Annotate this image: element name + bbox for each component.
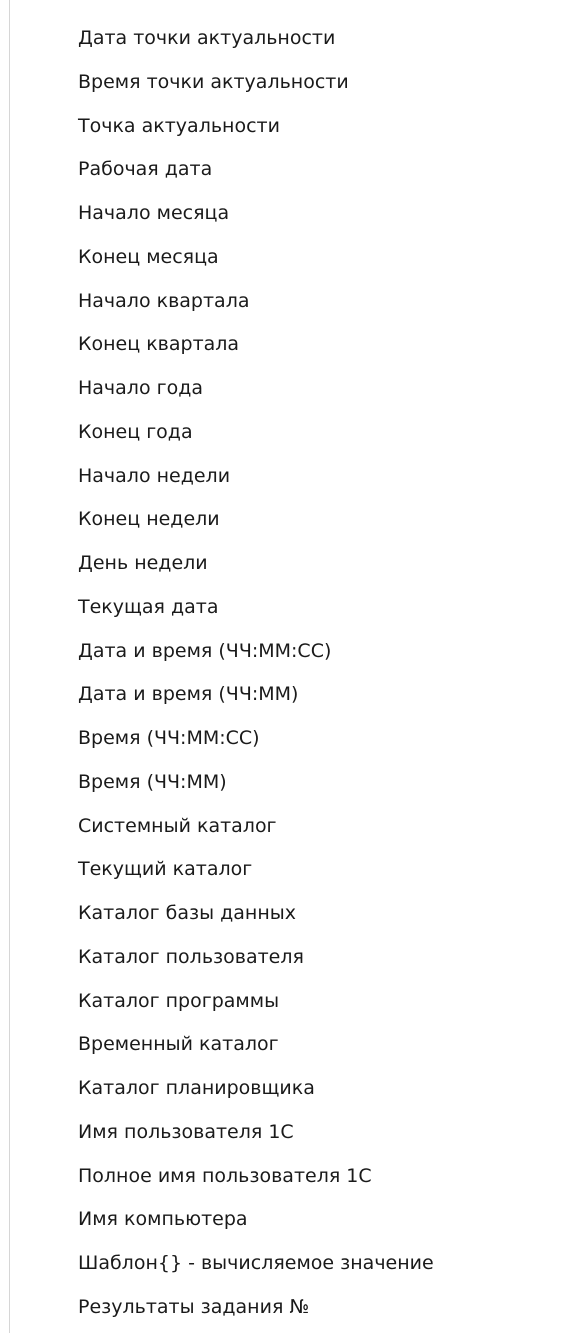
menu-item-week-end[interactable]: Конец недели	[10, 498, 571, 542]
menu-item-time-hms[interactable]: Время (ЧЧ:ММ:СС)	[10, 717, 571, 761]
menu-item-quarter-start[interactable]: Начало квартала	[10, 280, 571, 324]
menu-item-current-directory[interactable]: Текущий каталог	[10, 848, 571, 892]
menu-item-computer-name[interactable]: Имя компьютера	[10, 1198, 571, 1242]
menu-item-week-start[interactable]: Начало недели	[10, 455, 571, 499]
menu-item-year-end[interactable]: Конец года	[10, 411, 571, 455]
menu-item-datetime-hms[interactable]: Дата и время (ЧЧ:ММ:СС)	[10, 630, 571, 674]
menu-item-1c-user-full-name[interactable]: Полное имя пользователя 1С	[10, 1155, 571, 1199]
menu-list: Дата точки актуальности Время точки акту…	[10, 17, 571, 1330]
menu-item-working-date[interactable]: Рабочая дата	[10, 148, 571, 192]
menu-item-datetime-hm[interactable]: Дата и время (ЧЧ:ММ)	[10, 673, 571, 717]
menu-item-month-end[interactable]: Конец месяца	[10, 236, 571, 280]
menu-item-database-directory[interactable]: Каталог базы данных	[10, 892, 571, 936]
menu-item-1c-user-name[interactable]: Имя пользователя 1С	[10, 1111, 571, 1155]
menu-item-time-hm[interactable]: Время (ЧЧ:ММ)	[10, 761, 571, 805]
menu-item-scheduler-directory[interactable]: Каталог планировщика	[10, 1067, 571, 1111]
menu-item-actuality-point-date[interactable]: Дата точки актуальности	[10, 17, 571, 61]
menu-item-system-directory[interactable]: Системный каталог	[10, 805, 571, 849]
menu-item-actuality-point[interactable]: Точка актуальности	[10, 105, 571, 149]
menu-item-program-directory[interactable]: Каталог программы	[10, 980, 571, 1024]
menu-item-year-start[interactable]: Начало года	[10, 367, 571, 411]
menu-item-temp-directory[interactable]: Временный каталог	[10, 1023, 571, 1067]
menu-item-actuality-point-time[interactable]: Время точки актуальности	[10, 61, 571, 105]
context-menu: Дата точки актуальности Время точки акту…	[0, 0, 571, 1333]
menu-item-weekday[interactable]: День недели	[10, 542, 571, 586]
menu-item-task-results[interactable]: Результаты задания №	[10, 1286, 571, 1330]
menu-item-quarter-end[interactable]: Конец квартала	[10, 323, 571, 367]
menu-item-current-date[interactable]: Текущая дата	[10, 586, 571, 630]
menu-item-month-start[interactable]: Начало месяца	[10, 192, 571, 236]
menu-item-template-computed-value[interactable]: Шаблон{} - вычисляемое значение	[10, 1242, 571, 1286]
menu-item-user-directory[interactable]: Каталог пользователя	[10, 936, 571, 980]
